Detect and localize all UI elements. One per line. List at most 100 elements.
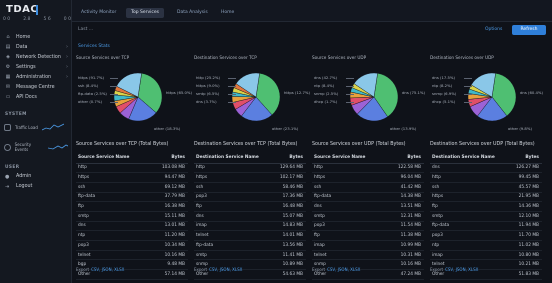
services-table: Source Service Name Bytes http 122.58 MB htt…	[312, 152, 424, 280]
table-row[interactable]: ftp 16.38 MB	[76, 201, 188, 212]
table-row[interactable]: ftp 14.36 MB	[430, 201, 542, 212]
column-header-name[interactable]: Source Service Name	[76, 152, 150, 164]
table-row[interactable]: telnet 10.16 MB	[76, 250, 188, 261]
table-row[interactable]: ssh 58.46 MB	[194, 182, 306, 193]
pie-label: ntp (8.2%)	[432, 83, 453, 88]
system-traffic-load[interactable]: Traffic Load	[4, 118, 68, 136]
table-row[interactable]: pop3 17.36 MB	[194, 192, 306, 203]
table-row[interactable]: smtp 11.41 MB	[194, 250, 306, 261]
pie-label: smtp (6.5%)	[196, 91, 220, 96]
table-row[interactable]: pop3 11.54 MB	[312, 221, 424, 232]
tab-data-analysis[interactable]: Data Analysis	[172, 8, 213, 18]
table-row[interactable]: dns 15.07 MB	[194, 211, 306, 222]
export-link[interactable]: CSV, JSON, XLSX	[327, 267, 360, 272]
bytes-cell: 10.31 MB	[385, 250, 424, 261]
table-row[interactable]: https 96.04 MB	[312, 172, 424, 183]
pie-chart[interactable]	[108, 67, 168, 127]
table-row[interactable]: telnet 14.01 MB	[194, 230, 306, 241]
export-label: Export	[312, 267, 326, 272]
export-link[interactable]: CSV, JSON, XLSX	[209, 267, 242, 272]
table-row[interactable]: pop3 10.34 MB	[76, 240, 188, 251]
table-row[interactable]: ssh 69.12 MB	[76, 182, 188, 193]
table-row[interactable]: ftp-data 13.56 MB	[194, 240, 306, 251]
sidebar-item-message-centre[interactable]: ✉ Message Centre	[0, 82, 72, 92]
bytes-cell: 16.38 MB	[149, 201, 188, 212]
table-row[interactable]: ssh 41.42 MB	[312, 182, 424, 193]
leader-line	[464, 94, 472, 95]
table-row[interactable]: ftp-data 37.79 MB	[76, 192, 188, 203]
app-logo[interactable]: TDAC	[6, 4, 38, 15]
table-header-row: Destination Service Name Bytes	[430, 152, 542, 164]
column-header-name[interactable]: Destination Service Name	[430, 152, 509, 164]
services-stats-link[interactable]: Services Stats	[78, 44, 110, 49]
chevron-right-icon: ›	[66, 74, 68, 80]
message-icon: ✉	[5, 83, 11, 90]
table-row[interactable]: http 122.58 MB	[312, 163, 424, 174]
table-row[interactable]: smtp 15.11 MB	[76, 211, 188, 222]
table-row[interactable]: telnet 10.31 MB	[312, 250, 424, 261]
system-security-events[interactable]: Security Events	[4, 138, 68, 156]
bytes-cell: 96.04 MB	[385, 172, 424, 183]
pie-label: dhcp (1.7%)	[314, 99, 338, 104]
table-row[interactable]: imap 10.99 MB	[312, 240, 424, 251]
table-row[interactable]: dns 126.27 MB	[430, 163, 542, 174]
sidebar-item-settings[interactable]: ⚙ Settings ›	[0, 62, 72, 72]
table-row[interactable]: smtp 12.10 MB	[430, 211, 542, 222]
traffic-icon	[4, 123, 11, 131]
table-row[interactable]: pop3 11.70 MB	[430, 230, 542, 241]
table-row[interactable]: smtp 12.31 MB	[312, 211, 424, 222]
table-row[interactable]: dns 13.01 MB	[76, 221, 188, 232]
tab-top-services[interactable]: Top Services	[126, 8, 164, 18]
table-title: Source Services over UDP (Total Bytes)	[312, 142, 406, 147]
bytes-cell: 10.89 MB	[272, 259, 306, 271]
table-row[interactable]: imap 14.83 MB	[194, 221, 306, 232]
column-header-name[interactable]: Destination Service Name	[194, 152, 273, 164]
table-row[interactable]: https 102.17 MB	[194, 172, 306, 183]
time-range-select[interactable]: Last ...	[78, 27, 93, 32]
export-link[interactable]: CSV, JSON, XLSX	[91, 267, 124, 272]
pie-chart[interactable]	[462, 67, 522, 127]
user-item-admin[interactable]: ● Admin	[5, 172, 31, 181]
tab-activity-monitor[interactable]: Activity Monitor	[76, 8, 121, 18]
pie-label: snmp (6.9%)	[432, 91, 457, 96]
sidebar-item-administration[interactable]: ▦ Administration ›	[0, 72, 72, 82]
table-row[interactable]: ntp 11.02 MB	[430, 240, 542, 251]
leader-line	[110, 86, 118, 87]
table-row[interactable]: http 99.45 MB	[430, 172, 542, 183]
table-row[interactable]: http 129.64 MB	[194, 163, 306, 174]
table-row[interactable]: ssh 45.57 MB	[430, 182, 542, 193]
export-link[interactable]: CSV, JSON, XLSX	[445, 267, 478, 272]
tab-home[interactable]: Home	[216, 8, 239, 18]
table-row[interactable]: imap 10.80 MB	[430, 250, 542, 261]
table-row[interactable]: https 21.95 MB	[430, 192, 542, 203]
options-link[interactable]: Options	[485, 27, 502, 32]
refresh-button[interactable]: Refresh	[512, 25, 546, 35]
table-row[interactable]: ftp-data 11.94 MB	[430, 221, 542, 232]
column-header-bytes[interactable]: Bytes	[385, 152, 424, 164]
table-row[interactable]: https 94.47 MB	[76, 172, 188, 183]
pie-chart[interactable]	[226, 67, 286, 127]
sidebar-item-home[interactable]: ⌂ Home	[0, 32, 72, 42]
table-row[interactable]: ftp 16.48 MB	[194, 201, 306, 212]
column-header-bytes[interactable]: Bytes	[149, 152, 188, 164]
user-item-logout[interactable]: ⇥ Logout	[5, 182, 32, 191]
column-header-name[interactable]: Source Service Name	[312, 152, 386, 164]
table-row[interactable]: http 103.08 MB	[76, 163, 188, 174]
gear-icon: ⚙	[5, 63, 11, 70]
bytes-cell: 122.58 MB	[385, 163, 424, 174]
service-name-cell: http	[76, 163, 150, 174]
stat-3: 5 6	[43, 17, 51, 22]
table-row[interactable]: ftp-data 14.38 MB	[312, 192, 424, 203]
table-row[interactable]: ftp 11.38 MB	[312, 230, 424, 241]
bytes-cell: 21.95 MB	[508, 192, 542, 203]
sidebar-item-network-detection[interactable]: ◈ Network Detection ›	[0, 52, 72, 62]
column-header-bytes[interactable]: Bytes	[508, 152, 542, 164]
column-header-bytes[interactable]: Bytes	[272, 152, 306, 164]
table-row[interactable]: ntp 11.20 MB	[76, 230, 188, 241]
pie-chart[interactable]	[344, 67, 404, 127]
sidebar-item-data[interactable]: ▤ Data ›	[0, 42, 72, 52]
table-row[interactable]: dns 13.51 MB	[312, 201, 424, 212]
sidebar-item-api-docs[interactable]: ▭ API Docs	[0, 92, 72, 102]
leader-line	[110, 78, 118, 79]
bytes-cell: 94.47 MB	[149, 172, 188, 183]
